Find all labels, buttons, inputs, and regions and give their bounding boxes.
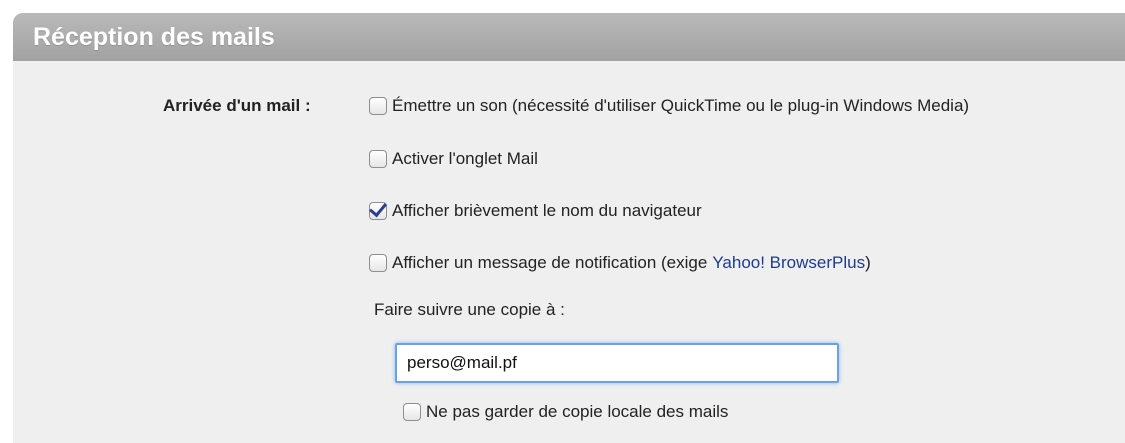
forward-email-input[interactable] (395, 343, 839, 383)
checkbox-sound[interactable] (369, 97, 387, 115)
option-browser-name-label: Afficher brièvement le nom du navigateur (392, 201, 702, 220)
option-notification[interactable]: Afficher un message de notification (exi… (369, 253, 871, 273)
forward-copy-label: Faire suivre une copie à : (374, 300, 565, 319)
checkbox-notification[interactable] (369, 254, 387, 272)
mail-arrival-label: Arrivée d'un mail : (163, 96, 311, 115)
option-mail-tab[interactable]: Activer l'onglet Mail (369, 149, 538, 169)
checkbox-no-local-copy[interactable] (403, 403, 421, 421)
mail-settings-page: Réception des mails Arrivée d'un mail : … (0, 0, 1125, 443)
option-no-local-copy-label: Ne pas garder de copie locale des mails (426, 402, 729, 421)
option-mail-tab-label: Activer l'onglet Mail (392, 149, 538, 168)
checkbox-mail-tab[interactable] (369, 150, 387, 168)
option-notification-suffix: ) (865, 253, 871, 272)
option-browser-name[interactable]: Afficher brièvement le nom du navigateur (369, 201, 702, 221)
browserplus-link[interactable]: Yahoo! BrowserPlus (712, 253, 865, 273)
checkbox-browser-name[interactable] (369, 202, 387, 220)
option-sound-label: Émettre un son (nécessité d'utiliser Qui… (392, 96, 970, 115)
settings-panel: Arrivée d'un mail : Émettre un son (néce… (13, 61, 1125, 443)
option-notification-label: Afficher un message de notification (exi… (392, 253, 708, 272)
option-no-local-copy[interactable]: Ne pas garder de copie locale des mails (403, 402, 728, 422)
option-sound[interactable]: Émettre un son (nécessité d'utiliser Qui… (369, 96, 969, 116)
section-title: Réception des mails (33, 22, 275, 51)
section-header: Réception des mails (13, 13, 1125, 61)
